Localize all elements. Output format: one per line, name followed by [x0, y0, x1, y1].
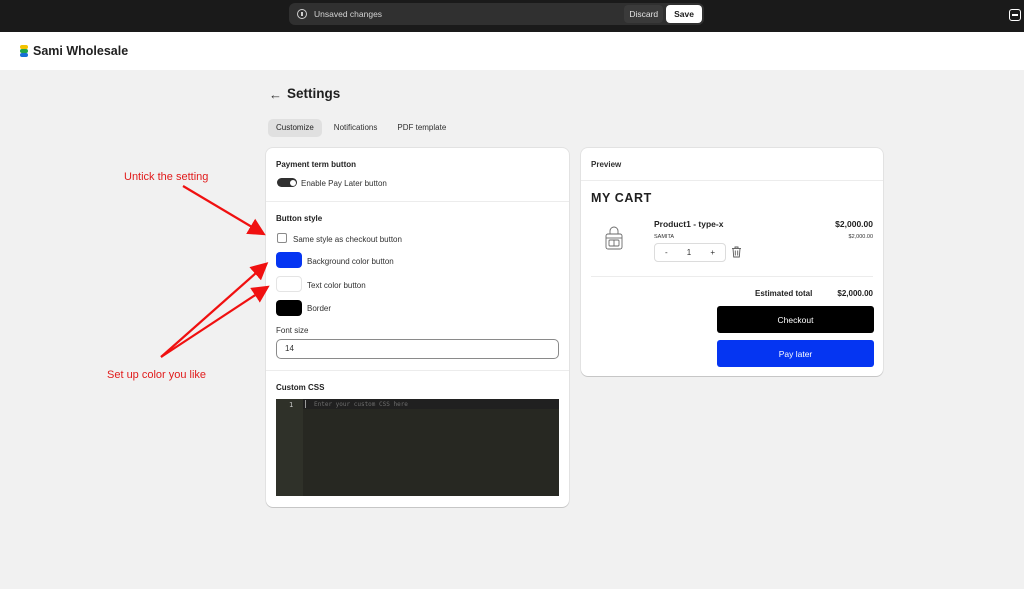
admin-top-bar: Unsaved changes Discard Save — [0, 0, 1024, 32]
quantity-value: 1 — [686, 248, 692, 257]
checkout-button[interactable]: Checkout — [717, 306, 874, 333]
border-color-swatch[interactable] — [276, 300, 302, 316]
same-style-label: Same style as checkout button — [293, 235, 402, 244]
back-arrow-icon[interactable]: ← — [269, 87, 282, 102]
border-color-label: Border — [307, 304, 332, 313]
tab-customize[interactable]: Customize — [268, 119, 322, 137]
font-size-label: Font size — [276, 326, 309, 335]
store-icon[interactable] — [1009, 9, 1021, 21]
estimated-total-value: $2,000.00 — [837, 289, 873, 298]
preview-divider — [581, 180, 883, 181]
preview-title: Preview — [591, 160, 622, 169]
payment-term-title: Payment term button — [276, 160, 357, 169]
annotation-untick: Untick the setting — [124, 171, 209, 183]
tab-notifications[interactable]: Notifications — [326, 119, 386, 137]
cart-title: MY CART — [591, 191, 652, 205]
preview-card: Preview MY CART Product1 - type-x SAMITA… — [581, 148, 883, 376]
pay-later-button[interactable]: Pay later — [717, 340, 874, 367]
alert-circle-icon — [297, 9, 307, 19]
backpack-icon — [605, 226, 623, 250]
product-line-total: $2,000.00 — [848, 234, 873, 240]
settings-tabs: Customize Notifications PDF template — [268, 119, 454, 137]
section-divider — [266, 370, 569, 371]
editor-line-number: 1 — [289, 401, 294, 409]
product-name: Product1 - type-x — [654, 219, 724, 229]
annotation-setup-color: Set up color you like — [107, 369, 207, 381]
section-divider — [266, 201, 569, 202]
decrease-quantity-button[interactable]: - — [665, 248, 668, 257]
background-color-swatch[interactable] — [276, 252, 302, 268]
app-header: Sami Wholesale — [0, 32, 1024, 70]
font-size-input[interactable]: 14 — [276, 339, 559, 359]
background-color-label: Background color button — [307, 257, 394, 266]
custom-css-editor[interactable]: 1 Enter your custom CSS here — [276, 399, 559, 496]
text-color-swatch[interactable] — [276, 276, 302, 292]
unsaved-changes-bar: Unsaved changes Discard Save — [289, 3, 704, 25]
text-color-label: Text color button — [307, 281, 366, 290]
app-logo-icon — [20, 45, 28, 57]
page-title: Settings — [287, 86, 341, 101]
product-price: $2,000.00 — [835, 219, 873, 229]
unsaved-changes-text: Unsaved changes — [314, 9, 383, 19]
button-style-title: Button style — [276, 214, 323, 223]
discard-button[interactable]: Discard — [624, 5, 664, 23]
same-style-checkbox[interactable] — [277, 233, 287, 243]
app-brand-name: Sami Wholesale — [33, 44, 129, 58]
custom-css-title: Custom CSS — [276, 383, 325, 392]
preview-divider — [591, 276, 873, 277]
quantity-stepper: - 1 + — [654, 243, 726, 262]
enable-pay-later-toggle[interactable] — [277, 178, 297, 187]
editor-gutter — [276, 399, 303, 496]
save-button[interactable]: Save — [666, 5, 702, 23]
tab-pdf-template[interactable]: PDF template — [389, 119, 454, 137]
product-vendor: SAMITA — [654, 234, 675, 240]
settings-card: Payment term button Enable Pay Later but… — [266, 148, 569, 507]
enable-pay-later-label: Enable Pay Later button — [301, 179, 387, 188]
editor-cursor — [305, 400, 306, 408]
increase-quantity-button[interactable]: + — [710, 248, 715, 257]
trash-icon[interactable] — [731, 246, 742, 258]
estimated-total-label: Estimated total — [755, 289, 813, 298]
editor-placeholder: Enter your custom CSS here — [314, 401, 408, 408]
